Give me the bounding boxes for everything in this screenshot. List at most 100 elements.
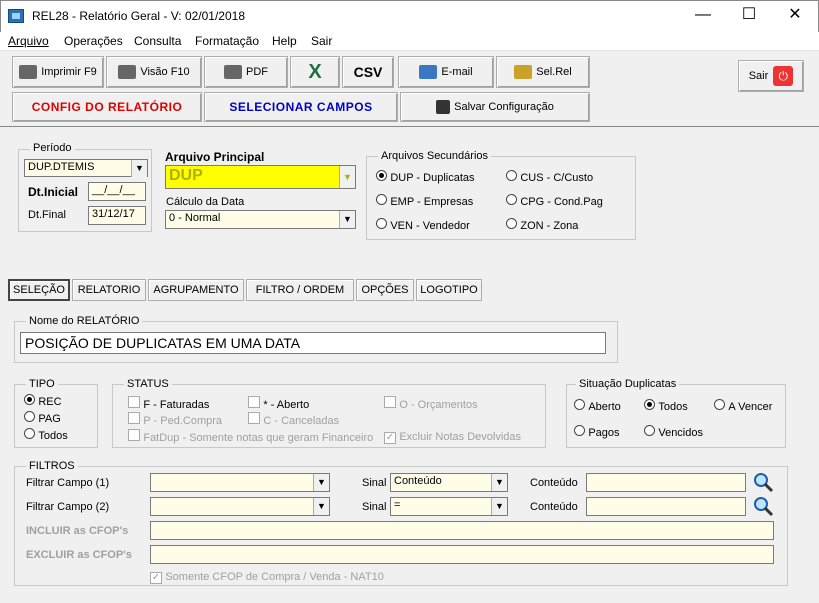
status-faturadas-check[interactable]: F - Faturadas [128, 396, 209, 411]
tab-opcoes[interactable]: OPÇÕES [356, 279, 414, 301]
csv-button[interactable]: CSV [342, 56, 394, 88]
sinal2-select[interactable]: = ▼ [390, 497, 508, 516]
menu-sair[interactable]: Sair [311, 34, 332, 48]
maximize-button[interactable]: ☐ [726, 0, 772, 30]
sit-aberto-label: Aberto [588, 401, 621, 413]
sec-zon-radio[interactable]: ZON - Zona [506, 218, 578, 232]
selrel-button[interactable]: Sel.Rel [496, 56, 590, 88]
nome-input[interactable]: POSIÇÃO DE DUPLICATAS EM UMA DATA [20, 332, 606, 354]
exit-label: Sair [748, 70, 769, 82]
incluir-cfop-input[interactable] [150, 521, 774, 540]
conteudo2-input[interactable] [586, 497, 746, 516]
sit-vencidos-radio[interactable]: Vencidos [644, 425, 703, 439]
print-button[interactable]: Imprimir F9 [12, 56, 104, 88]
filtro2-label: Filtrar Campo (2) [26, 501, 110, 513]
select-fields-button[interactable]: SELECIONAR CAMPOS [204, 92, 398, 122]
chevron-down-icon: ▼ [313, 498, 329, 515]
radio-icon [574, 425, 585, 436]
search-icon[interactable] [752, 495, 774, 517]
radio-icon [506, 194, 517, 205]
sec-emp-label: EMP - Empresas [390, 196, 474, 208]
exit-button[interactable]: Sair ⏻ [738, 60, 804, 92]
tab-selecao[interactable]: SELEÇÃO [8, 279, 70, 301]
tipo-pag-label: PAG [38, 413, 61, 425]
sit-aberto-radio[interactable]: Aberto [574, 399, 621, 413]
sec-zon-label: ZON - Zona [520, 220, 579, 232]
arquivo-principal-value: DUP [169, 167, 203, 184]
printer-icon [19, 65, 38, 79]
sit-todos-radio[interactable]: Todos [644, 399, 688, 413]
radio-icon [24, 394, 35, 405]
sec-ven-label: VEN - Vendedor [390, 220, 470, 232]
sec-dup-radio[interactable]: DUP - Duplicatas [376, 170, 475, 184]
sec-emp-radio[interactable]: EMP - Empresas [376, 194, 473, 208]
status-fatdup-check[interactable]: FatDup - Somente notas que geram Finance… [128, 429, 373, 444]
dtfinal-label: Dt.Final [28, 209, 66, 221]
arquivo-principal-select[interactable]: DUP ▼ [165, 165, 356, 189]
conteudo1-input[interactable] [586, 473, 746, 492]
status-label: STATUS [124, 378, 172, 390]
radio-icon [506, 170, 517, 181]
tipo-label: TIPO [26, 378, 58, 390]
periodo-field-value: DUP.DTEMIS [28, 161, 95, 173]
sinal2-label: Sinal [362, 501, 387, 513]
sit-avencer-radio[interactable]: A Vencer [714, 399, 772, 413]
tab-logotipo[interactable]: LOGOTIPO [416, 279, 482, 301]
secundarios-label: Arquivos Secundários [378, 150, 492, 162]
menu-consulta[interactable]: Consulta [134, 34, 181, 48]
tab-relatorio[interactable]: RELATORIO [72, 279, 146, 301]
status-pedcompra-check[interactable]: P - Ped.Compra [128, 412, 222, 427]
radio-icon [376, 170, 387, 181]
calculo-select[interactable]: 0 - Normal ▼ [165, 210, 356, 229]
sit-pagos-radio[interactable]: Pagos [574, 425, 620, 439]
dtfinal-input[interactable]: 31/12/17 [88, 206, 146, 225]
menu-help[interactable]: Help [272, 34, 297, 48]
checkbox-icon [384, 396, 396, 408]
somente-cfop-check[interactable]: ✓ Somente CFOP de Compra / Venda - NAT10 [150, 569, 384, 584]
incluir-cfop-label: INCLUIR as CFOP's [26, 525, 129, 537]
tab-filtro-ordem[interactable]: FILTRO / ORDEM [246, 279, 354, 301]
status-pedcompra-label: P - Ped.Compra [143, 415, 223, 427]
tipo-pag-radio[interactable]: PAG [24, 411, 61, 425]
menu-arquivo[interactable]: Arquivo [8, 34, 49, 48]
radio-icon [574, 399, 585, 410]
save-config-button[interactable]: Salvar Configuração [400, 92, 590, 122]
minimize-button[interactable]: — [680, 0, 726, 30]
tipo-rec-label: REC [38, 396, 62, 408]
chevron-down-icon: ▼ [491, 474, 507, 491]
close-button[interactable]: ✕ [772, 0, 818, 30]
tab-agrupamento[interactable]: AGRUPAMENTO [148, 279, 244, 301]
email-button[interactable]: E-mail [398, 56, 494, 88]
sec-ven-radio[interactable]: VEN - Vendedor [376, 218, 470, 232]
chevron-down-icon: ▼ [339, 166, 355, 188]
sec-cpg-radio[interactable]: CPG - Cond.Pag [506, 194, 603, 208]
preview-button[interactable]: Visão F10 [106, 56, 202, 88]
dtinicial-input[interactable]: __/__/__ [88, 182, 146, 201]
tipo-todos-radio[interactable]: Todos [24, 428, 68, 442]
tipo-todos-label: Todos [38, 430, 68, 442]
menu-operacoes[interactable]: Operações [64, 34, 123, 48]
excel-button[interactable]: X [290, 56, 340, 88]
checkmark-icon: ✓ [384, 432, 396, 444]
app-icon [8, 9, 24, 23]
filtro2-select[interactable]: ▼ [150, 497, 330, 516]
filtro1-select[interactable]: ▼ [150, 473, 330, 492]
config-report-button[interactable]: CONFIG DO RELATÓRIO [12, 92, 202, 122]
checkmark-icon: ✓ [150, 572, 162, 584]
search-icon[interactable] [752, 471, 774, 493]
excluir-cfop-input[interactable] [150, 545, 774, 564]
status-aberto-check[interactable]: * - Aberto [248, 396, 309, 411]
conteudo1-label: Conteúdo [530, 477, 578, 489]
status-orcamentos-check[interactable]: O - Orçamentos [384, 396, 478, 411]
sinal1-select[interactable]: Conteúdo ▼ [390, 473, 508, 492]
status-fatdup-label: FatDup - Somente notas que geram Finance… [143, 432, 374, 444]
folder-icon [514, 65, 533, 79]
tipo-rec-radio[interactable]: REC [24, 394, 62, 408]
status-canceladas-check[interactable]: C - Canceladas [248, 412, 339, 427]
pdf-button[interactable]: PDF [204, 56, 288, 88]
sinal1-value: Conteúdo [394, 475, 442, 487]
status-devolvidas-check[interactable]: ✓ Excluir Notas Devolvidas [384, 429, 521, 444]
menu-formatacao[interactable]: Formatação [195, 34, 259, 48]
sec-cus-radio[interactable]: CUS - C/Custo [506, 170, 593, 184]
periodo-field-select[interactable]: DUP.DTEMIS ▼ [24, 159, 148, 177]
